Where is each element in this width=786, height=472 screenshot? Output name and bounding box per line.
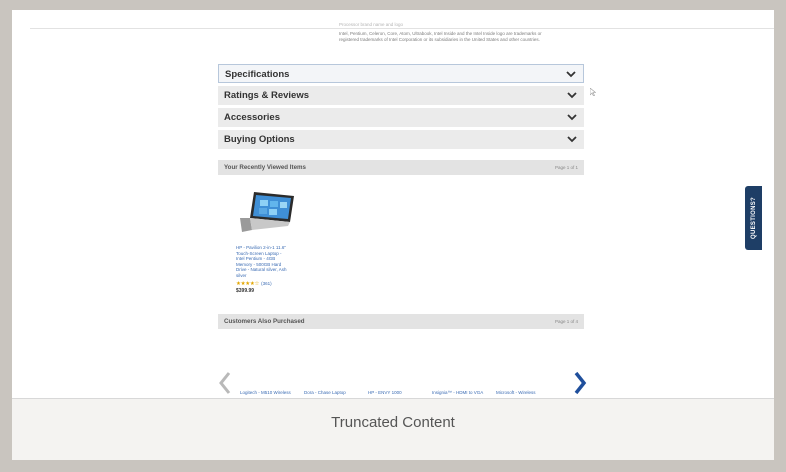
product-name-line: silver (236, 272, 247, 278)
accordion-ratings-reviews[interactable]: Ratings & Reviews (218, 86, 584, 105)
questions-tab[interactable]: QUESTIONS? (745, 186, 762, 250)
chevron-left-icon[interactable] (217, 370, 233, 396)
fineprint-top-line: Processor brand name and logo (339, 22, 404, 27)
pagination-label: Page 1 of 4 (554, 319, 578, 324)
top-divider (30, 28, 774, 29)
carousel-product-link[interactable]: Microsoft - Wireless (496, 390, 536, 395)
recently-viewed-product[interactable]: HP - Pavilion 2-in-1 11.6" Touch-Screen … (236, 188, 296, 294)
product-name-line: HP - Pavilion 2-in-1 11.6" (236, 245, 286, 250)
product-rating[interactable]: ★★★★☆ (361) (236, 281, 296, 287)
legal-fineprint: Processor brand name and logo Intel, Pen… (339, 22, 609, 42)
truncated-content-caption: Truncated Content (331, 414, 455, 431)
accordion-specifications[interactable]: Specifications (218, 64, 584, 83)
chevron-right-icon[interactable] (572, 370, 588, 396)
section-title: Your Recently Viewed Items (224, 164, 306, 171)
section-title: Customers Also Purchased (224, 318, 305, 325)
accordion-label: Accessories (224, 112, 280, 123)
accordion-accessories[interactable]: Accessories (218, 108, 584, 127)
mouse-cursor-icon (590, 88, 596, 96)
carousel-product-link[interactable]: Logitech - M510 Wireless (240, 390, 291, 395)
accordion-label: Specifications (225, 69, 290, 80)
questions-tab-label: QUESTIONS? (750, 196, 757, 240)
star-rating-icon: ★★★★☆ (236, 280, 260, 287)
pagination-label: Page 1 of 1 (554, 165, 578, 170)
customers-also-purchased-header: Customers Also Purchased Page 1 of 4 (218, 314, 584, 329)
caption-divider (12, 398, 774, 399)
product-name-link[interactable]: HP - Pavilion 2-in-1 11.6" Touch-Screen … (236, 245, 294, 279)
screenshot-page: Processor brand name and logo Intel, Pen… (12, 10, 774, 398)
chevron-down-icon (566, 71, 576, 78)
chevron-down-icon (567, 92, 577, 99)
carousel-product-link[interactable]: HP - ENVY 1000 (368, 390, 402, 395)
review-count: (361) (261, 280, 272, 286)
recently-viewed-header: Your Recently Viewed Items Page 1 of 1 (218, 160, 584, 175)
laptop-product-image[interactable] (236, 188, 296, 234)
accordion-buying-options[interactable]: Buying Options (218, 130, 584, 149)
product-price: $399.99 (236, 287, 255, 294)
carousel-product-link[interactable]: Dora - Chase Laptop (304, 390, 346, 395)
accordion-label: Ratings & Reviews (224, 90, 309, 101)
carousel-product-link[interactable]: Insignia™ - HDMI to VGA (432, 390, 483, 395)
chevron-down-icon (567, 114, 577, 121)
accordion-label: Buying Options (224, 134, 295, 145)
chevron-down-icon (567, 136, 577, 143)
fineprint-line: registered trademarks of Intel Corporati… (339, 36, 540, 42)
